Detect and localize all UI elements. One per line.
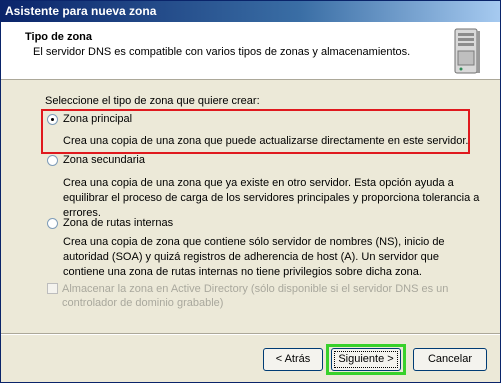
primary-zone-highlight	[41, 109, 470, 154]
title-bar: Asistente para nueva zona	[1, 1, 500, 22]
next-button[interactable]: Siguiente >	[331, 348, 401, 371]
zone-type-prompt: Seleccione el tipo de zona que quiere cr…	[45, 95, 260, 107]
option-secondary-zone-description: Crea una copia de una zona que ya existe…	[63, 177, 480, 219]
option-stub-zone-description: Crea una copia de zona que contiene sólo…	[63, 236, 445, 278]
footer-divider-highlight	[1, 334, 500, 335]
server-icon	[454, 28, 480, 74]
header-subtitle: El servidor DNS es compatible con varios…	[33, 46, 411, 58]
option-stub-zone-label[interactable]: Zona de rutas internas	[63, 217, 173, 229]
header-title: Tipo de zona	[25, 31, 93, 43]
radio-secondary-zone[interactable]	[47, 155, 58, 166]
back-button[interactable]: < Atrás	[263, 348, 323, 371]
wizard-header: Tipo de zona El servidor DNS es compatib…	[1, 22, 500, 80]
wizard-window: Asistente para nueva zona Tipo de zona E…	[0, 0, 501, 383]
cancel-button[interactable]: Cancelar	[413, 348, 487, 371]
store-in-ad-checkbox[interactable]	[47, 283, 58, 294]
window-title: Asistente para nueva zona	[5, 4, 157, 18]
option-secondary-zone-label[interactable]: Zona secundaria	[63, 154, 145, 166]
store-in-ad-label: Almacenar la zona en Active Directory (s…	[62, 283, 449, 309]
radio-stub-zone[interactable]	[47, 218, 58, 229]
